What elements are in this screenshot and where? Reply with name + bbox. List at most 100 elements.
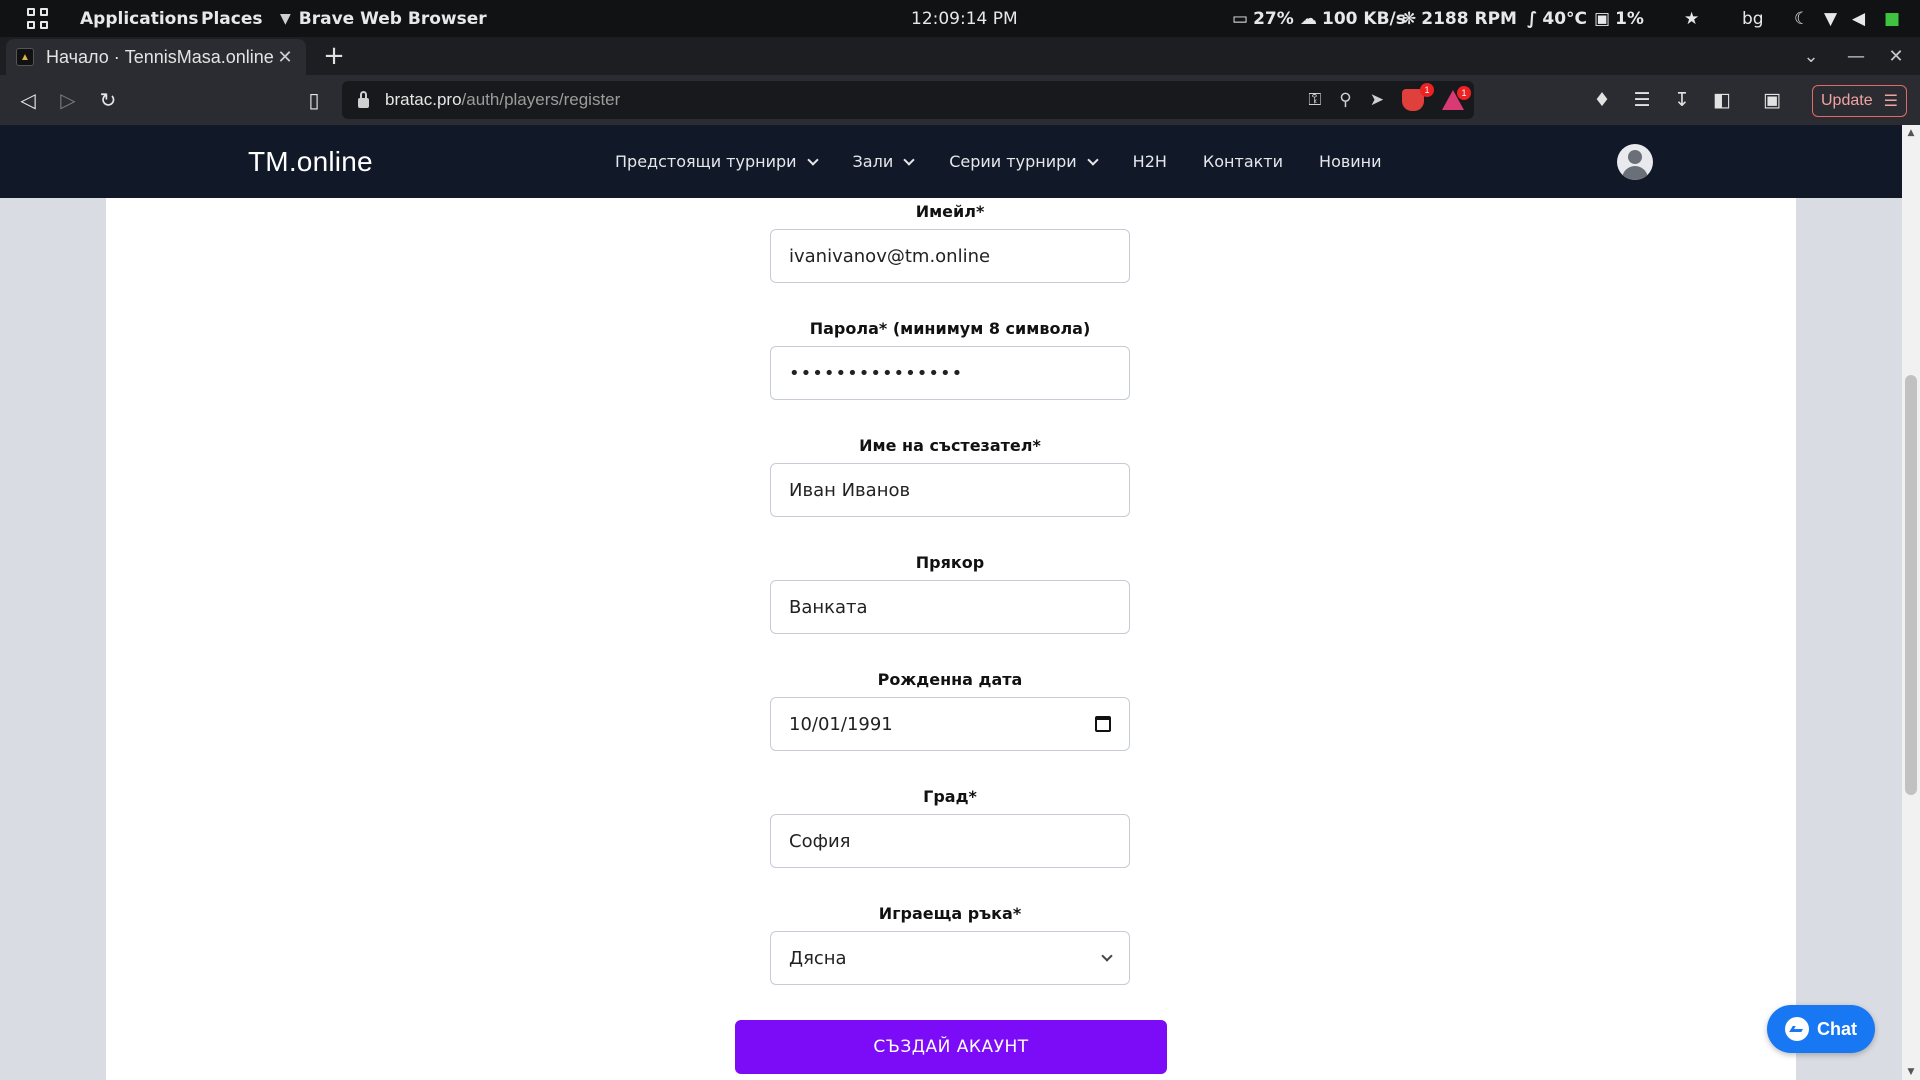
menu-tournament-series[interactable]: Серии турнири bbox=[949, 152, 1099, 171]
nickname-group: Прякор Ванката bbox=[770, 552, 1130, 634]
main-menu: Предстоящи турнири Зали Серии турнири H2… bbox=[615, 125, 1418, 198]
wallet-icon[interactable]: ▣ bbox=[1754, 75, 1790, 125]
accessibility-icon[interactable]: ★ bbox=[1684, 0, 1699, 37]
menu-label: Предстоящи турнири bbox=[615, 152, 797, 171]
clock[interactable]: 12:09:14 PM bbox=[911, 0, 1018, 37]
wifi-icon[interactable]: ▼ bbox=[1824, 0, 1837, 37]
birthdate-field[interactable]: 10/01/1991 bbox=[770, 697, 1130, 751]
city-label: Град* bbox=[923, 787, 977, 806]
cloud-icon: ☁ bbox=[1300, 8, 1317, 29]
downloads-icon[interactable]: ↧ bbox=[1664, 75, 1700, 125]
fan-icon: ❋ bbox=[1402, 8, 1417, 29]
menu-icon: ☰ bbox=[1883, 93, 1898, 110]
city-group: Град* София bbox=[770, 786, 1130, 868]
menu-halls[interactable]: Зали bbox=[853, 152, 915, 171]
tab-strip: ▲ Начало · TennisMasa.online ✕ + ⌄ — ✕ bbox=[0, 37, 1920, 75]
forward-button[interactable]: ▷ bbox=[48, 75, 88, 125]
email-label: Имейл* bbox=[915, 202, 985, 221]
update-button[interactable]: Update ☰ bbox=[1812, 85, 1907, 117]
player-name-field[interactable]: Иван Иванов bbox=[770, 463, 1130, 517]
power-icon[interactable]: ■ bbox=[1884, 0, 1900, 37]
tab-list-chevron-icon[interactable]: ⌄ bbox=[1793, 37, 1829, 75]
scroll-up-icon[interactable]: ▲ bbox=[1902, 125, 1920, 141]
disk-status[interactable]: ▣ 1% bbox=[1594, 0, 1644, 37]
temp-value: 40°C bbox=[1542, 8, 1588, 29]
birthdate-group: Рожденна дата 10/01/1991 bbox=[770, 669, 1130, 751]
zoom-icon[interactable]: ⚲ bbox=[1339, 90, 1351, 110]
tab-close-icon[interactable]: ✕ bbox=[274, 47, 296, 68]
city-field[interactable]: София bbox=[770, 814, 1130, 868]
fan-value: 2188 RPM bbox=[1421, 8, 1517, 29]
back-button[interactable]: ◁ bbox=[8, 75, 48, 125]
password-label: Парола* (минимум 8 символа) bbox=[809, 319, 1091, 338]
network-status[interactable]: ☁ 100 KB/s bbox=[1300, 0, 1406, 37]
fan-status[interactable]: ❋ 2188 RPM bbox=[1402, 0, 1517, 37]
thermometer-icon: ∫ bbox=[1527, 8, 1538, 29]
site-header: TM.online Предстоящи турнири Зали Серии … bbox=[0, 125, 1902, 198]
browser-tab[interactable]: ▲ Начало · TennisMasa.online ✕ bbox=[6, 39, 306, 75]
email-field[interactable]: ivanivanov@tm.online bbox=[770, 229, 1130, 283]
chevron-down-icon bbox=[903, 153, 915, 166]
playing-hand-select[interactable]: Дясна bbox=[770, 931, 1130, 985]
menu-news[interactable]: Новини bbox=[1319, 152, 1382, 171]
chat-button[interactable]: Chat bbox=[1767, 1005, 1875, 1053]
nickname-field[interactable]: Ванката bbox=[770, 580, 1130, 634]
active-app[interactable]: ▼ Brave Web Browser bbox=[280, 0, 487, 37]
menu-contacts[interactable]: Контакти bbox=[1203, 152, 1283, 171]
new-tab-button[interactable]: + bbox=[318, 39, 350, 73]
lock-icon bbox=[358, 90, 369, 108]
applications-menu[interactable]: Applications bbox=[80, 0, 199, 37]
email-group: Имейл* ivanivanov@tm.online bbox=[770, 201, 1130, 283]
chevron-down-icon bbox=[806, 153, 819, 166]
menu-upcoming-tournaments[interactable]: Предстоящи турнири bbox=[615, 152, 819, 171]
page-scrollbar[interactable]: ▲ ▼ bbox=[1902, 125, 1920, 1080]
os-top-bar: Applications Places ▼ Brave Web Browser … bbox=[0, 0, 1920, 37]
site-favicon-icon: ▲ bbox=[16, 48, 34, 66]
share-icon[interactable]: ➤ bbox=[1370, 90, 1384, 110]
playing-hand-group: Играеща ръка* Дясна bbox=[770, 903, 1130, 985]
bookmark-icon[interactable]: ▯ bbox=[294, 75, 334, 125]
password-field[interactable]: ••••••••••••••• bbox=[770, 346, 1130, 400]
scroll-down-icon[interactable]: ▼ bbox=[1902, 1064, 1920, 1080]
key-icon[interactable]: ⚿ bbox=[1308, 90, 1321, 110]
active-app-label: Brave Web Browser bbox=[298, 8, 487, 29]
battery-status[interactable]: ▭ 27% bbox=[1232, 0, 1294, 37]
night-mode-icon[interactable]: ☾ bbox=[1794, 0, 1809, 37]
menu-label: Серии турнири bbox=[949, 152, 1077, 171]
player-name-label: Име на състезател* bbox=[859, 436, 1041, 455]
places-menu[interactable]: Places bbox=[201, 0, 262, 37]
create-account-button[interactable]: СЪЗДАЙ АКАУНТ bbox=[735, 1020, 1167, 1074]
nickname-label: Прякор bbox=[915, 553, 985, 572]
keyboard-layout[interactable]: bg bbox=[1742, 0, 1764, 37]
app-grid-icon[interactable] bbox=[27, 0, 49, 37]
temp-status[interactable]: ∫ 40°C bbox=[1527, 0, 1587, 37]
navigation-bar: ◁ ▷ ↻ ▯ bratac.pro/auth/players/register… bbox=[0, 75, 1920, 125]
url-path: /auth/players/register bbox=[461, 90, 621, 109]
close-window-button[interactable]: ✕ bbox=[1878, 37, 1914, 75]
messenger-icon bbox=[1785, 1017, 1809, 1041]
sidebar-toggle-icon[interactable]: ◧ bbox=[1704, 75, 1740, 125]
address-bar[interactable]: bratac.pro/auth/players/register ⚿ ⚲ ➤ 1… bbox=[342, 81, 1474, 119]
birthdate-label: Рожденна дата bbox=[877, 670, 1023, 689]
update-label: Update bbox=[1821, 92, 1873, 109]
tab-title: Начало · TennisMasa.online bbox=[46, 46, 274, 67]
birthdate-value: 10/01/1991 bbox=[789, 713, 893, 735]
chat-label: Chat bbox=[1817, 1018, 1857, 1039]
player-name-group: Име на състезател* Иван Иванов bbox=[770, 435, 1130, 517]
minimize-window-button[interactable]: — bbox=[1838, 37, 1874, 75]
menu-h2h[interactable]: H2H bbox=[1133, 152, 1167, 171]
calendar-icon[interactable] bbox=[1095, 716, 1111, 732]
brave-rewards-icon[interactable]: 1 bbox=[1442, 86, 1471, 110]
site-logo[interactable]: TM.online bbox=[248, 125, 373, 198]
chevron-down-icon bbox=[1086, 153, 1099, 166]
battery-icon: ▭ bbox=[1232, 8, 1249, 29]
reload-button[interactable]: ↻ bbox=[88, 75, 128, 125]
scrollbar-thumb[interactable] bbox=[1905, 375, 1917, 795]
brave-shields-icon[interactable]: 1 bbox=[1402, 83, 1434, 111]
disk-icon: ▣ bbox=[1594, 8, 1611, 29]
playlist-icon[interactable]: ☰ bbox=[1624, 75, 1660, 125]
user-avatar-icon[interactable] bbox=[1617, 144, 1653, 180]
volume-icon[interactable]: ◀ bbox=[1852, 0, 1865, 37]
extensions-icon[interactable]: ♦ bbox=[1584, 75, 1620, 125]
url-text[interactable]: bratac.pro/auth/players/register bbox=[385, 90, 620, 110]
